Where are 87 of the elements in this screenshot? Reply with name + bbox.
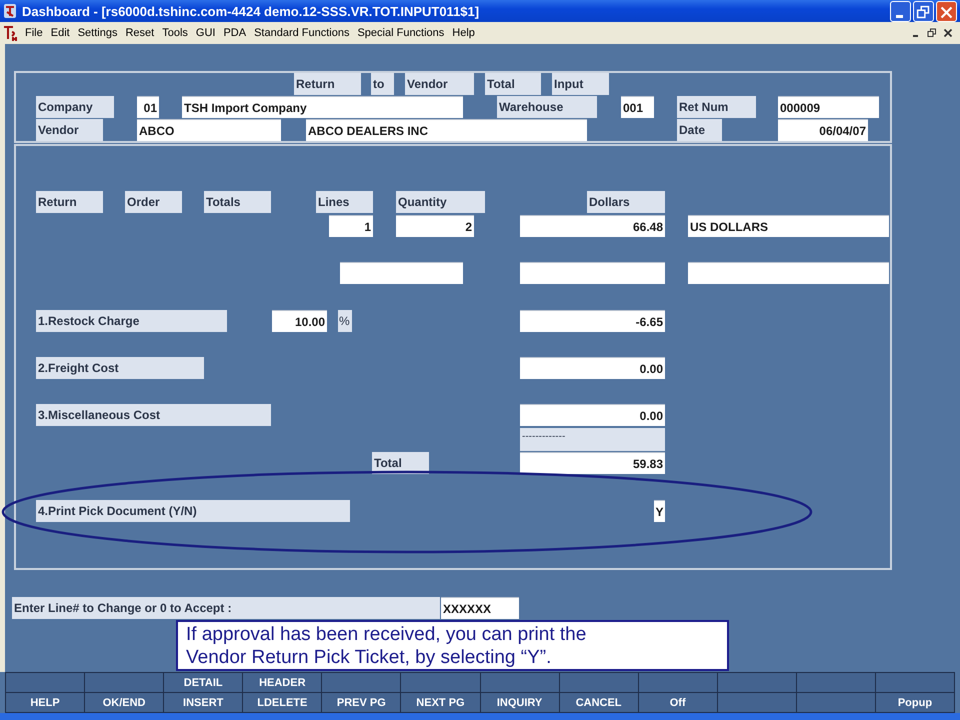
function-key[interactable] <box>85 673 164 692</box>
close-icon[interactable] <box>943 28 953 38</box>
function-key[interactable]: Popup <box>876 693 954 712</box>
screen-title-word: to <box>371 73 394 95</box>
charge-label: 2.Freight Cost <box>36 357 204 379</box>
field-label: Vendor <box>36 119 103 141</box>
function-key[interactable] <box>6 673 84 692</box>
function-key[interactable] <box>401 673 480 692</box>
app-icon <box>3 3 17 19</box>
dollars-field[interactable]: 66.48 <box>520 215 665 237</box>
percent-sign: % <box>338 310 352 332</box>
charge-label: 1.Restock Charge <box>36 310 227 332</box>
column-header: Lines <box>316 191 373 213</box>
field-label: Company <box>36 96 114 118</box>
menu-item[interactable]: PDA <box>219 27 250 39</box>
menu-item[interactable]: Tools <box>158 27 192 39</box>
column-header: Dollars <box>587 191 665 213</box>
function-key[interactable]: INQUIRY <box>480 693 559 712</box>
screen-title-word: Input <box>552 73 609 95</box>
function-key[interactable] <box>638 673 717 692</box>
line-number-field[interactable]: XXXXXX <box>441 597 519 619</box>
screen-title-word: Vendor <box>405 73 474 95</box>
screen-title-word: Total <box>485 73 541 95</box>
screen-title-word: Return <box>294 73 361 95</box>
function-key[interactable]: NEXT PG <box>401 693 480 712</box>
menu-item[interactable]: Special Functions <box>353 27 448 39</box>
function-key[interactable] <box>560 673 638 692</box>
field-label: Date <box>677 119 722 141</box>
logo-icon <box>3 24 17 42</box>
restore-button[interactable] <box>913 0 934 22</box>
function-key[interactable]: OK/END <box>85 693 164 712</box>
input-field[interactable] <box>688 262 889 284</box>
column-header: Return <box>36 191 103 213</box>
function-key[interactable] <box>718 693 796 712</box>
currency-field[interactable]: US DOLLARS <box>688 215 889 237</box>
lines-field[interactable]: 1 <box>329 215 373 237</box>
function-key[interactable]: Off <box>638 693 717 712</box>
percent-field[interactable]: 10.00 <box>272 310 327 332</box>
menu-item[interactable]: Edit <box>46 27 74 39</box>
input-field[interactable] <box>340 262 463 284</box>
function-key[interactable] <box>796 693 875 712</box>
function-key[interactable]: PREV PG <box>322 693 400 712</box>
menu-item[interactable]: Help <box>448 27 479 39</box>
function-key[interactable]: HEADER <box>243 673 322 692</box>
input-field[interactable] <box>520 262 665 284</box>
column-header: Quantity <box>396 191 485 213</box>
total-field[interactable]: 59.83 <box>520 452 665 474</box>
menu-item[interactable]: Standard Functions <box>250 27 354 39</box>
vendor-name-field[interactable]: ABCO DEALERS INC <box>306 119 587 141</box>
close-button[interactable] <box>936 0 957 22</box>
charge-label: 3.Miscellaneous Cost <box>36 404 271 426</box>
print-pick-field[interactable]: Y <box>654 500 665 522</box>
window-title: Dashboard - [rs6000d.tshinc.com-4424 demo.12-SSS.VR.TOT.INPUT011$1] <box>22 4 480 18</box>
quantity-field[interactable]: 2 <box>396 215 474 237</box>
function-key[interactable] <box>876 673 954 692</box>
function-key[interactable] <box>480 673 559 692</box>
function-key[interactable]: LDELETE <box>243 693 322 712</box>
field-label: 4.Print Pick Document (Y/N) <box>36 500 350 522</box>
return-number-field[interactable]: 000009 <box>778 96 879 118</box>
restore-icon[interactable] <box>927 28 937 38</box>
field-label: Ret Num <box>677 96 756 118</box>
company-name-field[interactable]: TSH Import Company <box>182 96 463 118</box>
function-key[interactable]: HELP <box>6 693 84 712</box>
column-header: Totals <box>204 191 271 213</box>
function-key[interactable]: INSERT <box>164 693 242 712</box>
function-key[interactable] <box>718 673 796 692</box>
amount-field[interactable]: -6.65 <box>520 310 665 332</box>
field-label: Warehouse <box>497 96 597 118</box>
warehouse-field[interactable]: 001 <box>621 96 654 118</box>
function-key[interactable] <box>322 673 400 692</box>
company-code-field[interactable]: 01 <box>137 96 159 118</box>
function-key[interactable]: CANCEL <box>560 693 638 712</box>
date-field[interactable]: 06/04/07 <box>778 119 868 141</box>
menu-item[interactable]: GUI <box>192 27 220 39</box>
minimize-icon <box>896 14 903 18</box>
menu-item[interactable]: Settings <box>74 27 122 39</box>
menu-item[interactable]: Reset <box>121 27 158 39</box>
vendor-code-field[interactable]: ABCO <box>137 119 281 141</box>
amount-field[interactable]: 0.00 <box>520 404 665 426</box>
function-key[interactable] <box>796 673 875 692</box>
amount-field[interactable]: 0.00 <box>520 357 665 379</box>
callout-text: If approval has been received, you can print the Vendor Return Pick Ticket, by selecting “Y”. <box>176 620 729 671</box>
minimize-button[interactable] <box>890 0 911 22</box>
prompt-text: Enter Line# to Change or 0 to Accept : <box>12 597 440 619</box>
menu-item[interactable]: File <box>21 27 47 39</box>
function-key[interactable]: DETAIL <box>164 673 242 692</box>
column-header: Order <box>125 191 182 213</box>
